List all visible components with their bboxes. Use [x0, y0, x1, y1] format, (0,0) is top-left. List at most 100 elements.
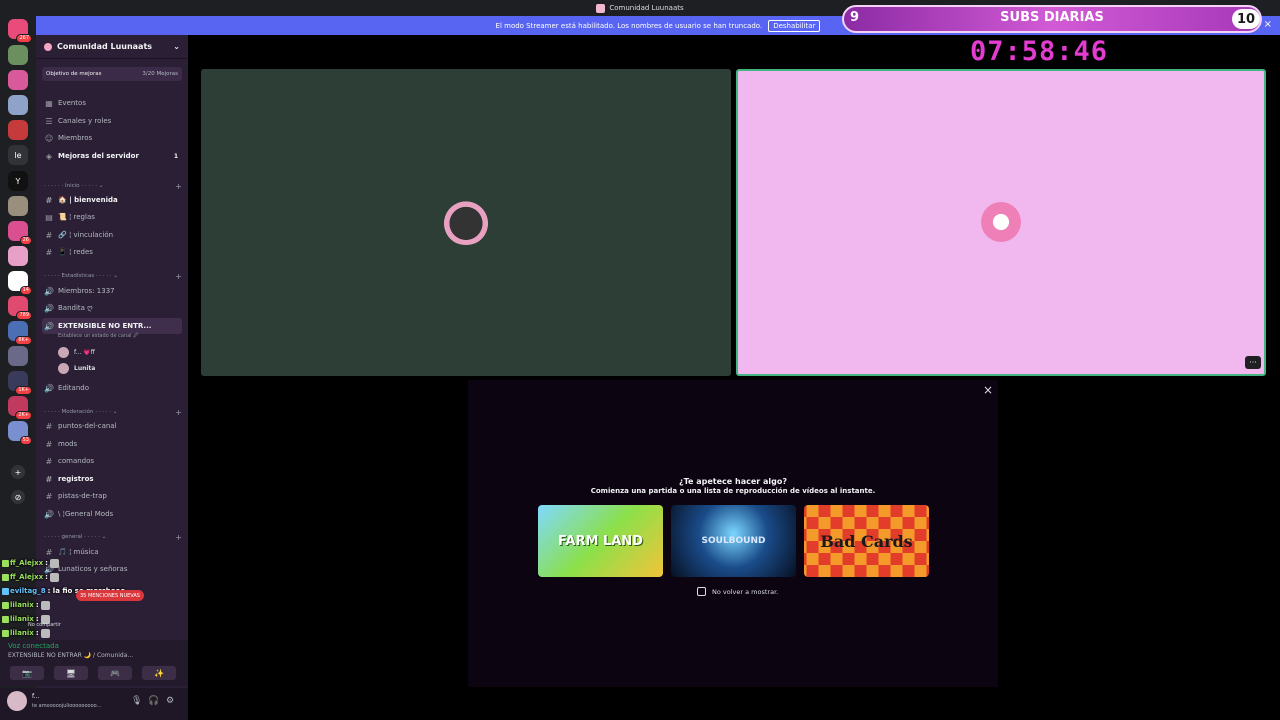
speaker-icon: 🔊: [44, 303, 54, 313]
game-card-bad-cards[interactable]: Bad Cards: [804, 505, 929, 577]
voice-channel-item[interactable]: 🔊 Miembros: 1337: [42, 283, 182, 299]
channel-item[interactable]: ▤ 📜 ¦ reglas: [42, 209, 182, 225]
voice-channel-item[interactable]: 🔊 Editando: [42, 380, 182, 396]
plus-icon[interactable]: +: [175, 533, 182, 542]
sidebar-item-0[interactable]: ▦ Eventos: [42, 95, 182, 111]
channel-hash-icon: #: [45, 439, 53, 449]
mentions-pill[interactable]: 35 MENCIONES NUEVAS: [76, 590, 144, 601]
chat-badge-icon: [2, 601, 9, 609]
server-icon[interactable]: 2K+: [8, 396, 32, 420]
activities-button[interactable]: 🎮: [98, 666, 132, 680]
server-icon[interactable]: 267: [8, 19, 32, 43]
close-icon[interactable]: ×: [1264, 19, 1272, 30]
avatar: [58, 362, 69, 374]
more-options-button[interactable]: ···: [1245, 356, 1261, 369]
voice-user[interactable]: Lunita: [58, 361, 95, 375]
category-general[interactable]: · · · · · general · · · · · ⌄ +: [44, 531, 182, 543]
server-icon[interactable]: 1K+: [8, 371, 32, 395]
channel-hash-icon: #: [45, 195, 53, 205]
plus-icon[interactable]: +: [175, 408, 182, 417]
participant-avatar: [981, 202, 1021, 242]
server-icon[interactable]: 53: [8, 421, 32, 445]
category-estadisticas[interactable]: · · · · · Estadísticas · · · · · ⌄ +: [44, 270, 182, 282]
notification-badge: 267: [16, 34, 32, 43]
plus-icon[interactable]: +: [175, 182, 182, 191]
server-icon[interactable]: 26: [8, 221, 32, 245]
channel-item[interactable]: # puntos-del-canal: [42, 418, 182, 434]
soundboard-button[interactable]: ✨: [142, 666, 176, 680]
headphones-icon[interactable]: 🎧: [148, 696, 159, 706]
screen-share-button[interactable]: 🖥: [54, 666, 88, 680]
channel-item[interactable]: # 🔗 ¦ vinculación: [42, 227, 182, 243]
server-name: Comunidad Luunaats: [57, 42, 153, 51]
channel-item[interactable]: # 🏠 | bienvenida: [42, 192, 182, 208]
server-icon[interactable]: [8, 196, 28, 216]
avatar[interactable]: [7, 691, 27, 711]
notification-badge: 14: [19, 286, 32, 295]
voice-channel-item[interactable]: 🔊 Bandita ღ: [42, 300, 182, 316]
channel-item[interactable]: # 🎵 ¦ música: [42, 544, 182, 560]
channel-item[interactable]: 🔊 \ ¦General Mods: [42, 506, 182, 522]
add-server-button[interactable]: +: [11, 465, 25, 479]
voice-channel-name[interactable]: EXTENSIBLE NO ENTRAR 🌙 / Comunida...: [8, 652, 133, 659]
server-icon[interactable]: 14: [8, 271, 32, 295]
window-title: Comunidad Luunaats: [609, 4, 684, 12]
server-icon[interactable]: [8, 45, 28, 65]
dont-show-again[interactable]: No volver a mostrar.: [697, 587, 778, 596]
server-icon[interactable]: [8, 95, 28, 115]
channel-item[interactable]: # mods: [42, 436, 182, 452]
server-icon[interactable]: 789: [8, 296, 32, 320]
channel-hash-icon: #: [45, 491, 53, 501]
channel-item[interactable]: # registros: [42, 471, 182, 487]
server-icon[interactable]: [8, 70, 28, 90]
discover-icon[interactable]: ⊘: [11, 490, 25, 504]
notification-badge: 26: [19, 236, 32, 245]
server-icon[interactable]: le: [8, 145, 28, 165]
sidebar-item-1-label: Canales y roles: [58, 117, 112, 125]
chat-username: ff_Alejxx: [10, 573, 44, 581]
microphone-icon[interactable]: 🎙: [131, 696, 142, 706]
sidebar-item-3[interactable]: ◈ Mejoras del servidor 1: [42, 148, 182, 164]
close-icon[interactable]: ×: [983, 383, 993, 397]
channel-item[interactable]: 🔊 Lunaticos y señoras: [42, 561, 182, 577]
count-badge: 1: [173, 152, 178, 160]
voice-user[interactable]: f... 💗ff: [58, 345, 95, 359]
game-card-farmland[interactable]: FARM LAND: [538, 505, 663, 577]
speaker-icon: 🔊: [44, 383, 54, 393]
channel-item-label: 🔗 ¦ vinculación: [58, 231, 114, 239]
server-icon[interactable]: [8, 346, 28, 366]
disable-streamer-button[interactable]: Deshabilitar: [768, 19, 821, 32]
sidebar-item-1[interactable]: ☰ Canales y roles: [42, 113, 182, 129]
voice-channel-item[interactable]: 🔊 EXTENSIBLE NO ENTR...: [42, 318, 182, 334]
server-icon[interactable]: [8, 120, 28, 140]
chat-badge-icon: [2, 629, 9, 637]
game-name: SOULBOUND: [701, 536, 766, 546]
chat-username: lilanix: [10, 629, 34, 637]
camera-button[interactable]: 📷: [10, 666, 44, 680]
server-header[interactable]: Comunidad Luunaats ⌄: [36, 35, 188, 59]
category-moderacion[interactable]: · · · · · Moderación · · · · · ⌄ +: [44, 406, 182, 418]
server-icon[interactable]: Y: [8, 171, 28, 191]
menu-icon: ☺: [44, 133, 54, 143]
category-inicio[interactable]: · · · · · · Inicio · · · · · ⌄ +: [44, 180, 182, 192]
channel-item[interactable]: # comandos: [42, 453, 182, 469]
server-icon[interactable]: 8K+: [8, 321, 32, 345]
menu-icon: ☰: [45, 116, 53, 126]
server-icon[interactable]: [8, 246, 28, 266]
channel-item-label: 📜 ¦ reglas: [58, 213, 95, 221]
boost-goal[interactable]: Objetivo de mejoras 3/20 Mejoras: [42, 67, 182, 81]
checkbox[interactable]: [697, 587, 706, 596]
category-label: · · · · · Estadísticas · · · · · ⌄: [44, 273, 119, 279]
game-card-soulbound[interactable]: SOULBOUND: [671, 505, 796, 577]
channel-status-hint[interactable]: Establece un estado de canal 🖉: [58, 333, 139, 341]
channel-item[interactable]: # 📱 ¦ redes: [42, 244, 182, 260]
emote-icon: [40, 628, 50, 638]
plus-icon[interactable]: +: [175, 272, 182, 281]
gear-icon[interactable]: ⚙: [166, 696, 174, 706]
category-label: · · · · · · Inicio · · · · · ⌄: [44, 183, 104, 189]
channel-item[interactable]: # pistas-de-trap: [42, 488, 182, 504]
notification-badge: 2K+: [15, 411, 32, 420]
sidebar-item-2[interactable]: ☺ Miembros: [42, 130, 182, 146]
channel-hash-icon: #: [45, 421, 53, 431]
channel-item-label: 🎵 ¦ música: [58, 548, 99, 556]
